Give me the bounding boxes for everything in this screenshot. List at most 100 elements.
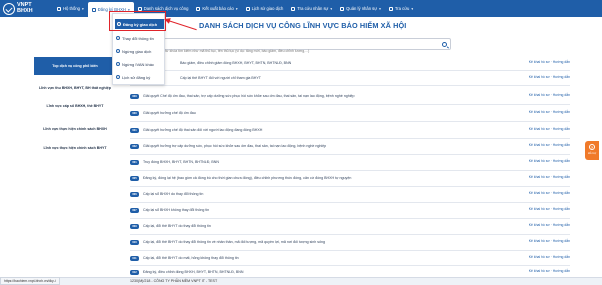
annotation-arrow-line [167, 20, 197, 31]
service-code-badge: 607 [130, 207, 139, 213]
guide-link[interactable]: Hướng dẫn [553, 269, 570, 273]
service-code-badge: 611 [130, 255, 139, 261]
service-name[interactable]: Báo giảm, điều chỉnh giảm đóng BHXH, BHY… [180, 61, 510, 65]
submit-link[interactable]: Kê khai hồ sơ [529, 255, 550, 259]
service-search-box [117, 38, 466, 56]
menu-item-thay-doi-thong-tin[interactable]: Thay đổi thông tin [116, 33, 154, 43]
guide-link[interactable]: Hướng dẫn [553, 93, 570, 97]
guide-link[interactable]: Hướng dẫn [553, 207, 570, 211]
submit-link[interactable]: Kê khai hồ sơ [529, 239, 550, 243]
row-divider [130, 138, 570, 139]
service-name[interactable]: Truy đóng BHXH, BHYT, BHTN, BHTNLĐ, BNN [143, 160, 513, 164]
sidebar-item-thu-bhxh[interactable]: Lĩnh vực thu BHXH, BHYT, BH thất nghiệp [34, 86, 116, 90]
status-bar-url: https://baohiem.vnpt-bhxh.vn/dky-i [0, 277, 60, 285]
nav-item-icon [245, 6, 250, 11]
nav-ket-xuat-bao-cao[interactable]: Kết xuất báo cáo ▾ [192, 0, 241, 17]
submit-link[interactable]: Kê khai hồ sơ [529, 75, 550, 79]
support-label: Hỗ trợ [587, 151, 597, 155]
service-code-badge: 601 [130, 159, 139, 165]
top-navigation-bar: VNPT BHXH Hộ thống ▾ Đăng ký BHXH ▾ Danh… [0, 0, 602, 17]
service-row: 629 Giải quyết Chế độ ốm đau, thai sản, … [130, 90, 570, 102]
guide-link[interactable]: Hướng dẫn [553, 110, 570, 114]
guide-link[interactable]: Hướng dẫn [553, 60, 570, 64]
service-code-badge: 609 [130, 223, 139, 229]
logo-mark-icon [3, 2, 15, 15]
submit-link[interactable]: Kê khai hồ sơ [529, 223, 550, 227]
service-name[interactable]: Cấp lại, đổi thẻ BHYT do thay đổi thông … [143, 240, 513, 244]
menu-item-icon [116, 36, 120, 40]
menu-item-label: Lịch sử đăng ký [122, 74, 151, 80]
submit-link[interactable]: Kê khai hồ sơ [529, 175, 550, 179]
guide-link[interactable]: Hướng dẫn [553, 191, 570, 195]
sidebar-item-top-services[interactable]: Top dịch vụ công phổ biến [34, 57, 116, 75]
service-code-badge: 630 [130, 110, 139, 116]
row-divider [130, 250, 570, 251]
menu-item-label: Thay đổi thông tin [122, 35, 154, 41]
service-name[interactable]: Cấp lại thẻ BHYT đối với người chỉ tham … [180, 76, 510, 80]
service-name[interactable]: Cấp lại, đổi thẻ BHYT do thay đổi thông … [143, 224, 513, 228]
sidebar-item-chinh-sach-bhxh[interactable]: Lĩnh vực thực hiện chính sách BHXH [34, 127, 116, 131]
submit-link[interactable]: Kê khai hồ sơ [529, 207, 550, 211]
guide-link[interactable]: Hướng dẫn [553, 159, 570, 163]
nav-lich-su-giao-dich[interactable]: Lịch sử giao dịch [242, 0, 288, 17]
menu-item-ngung-ivan-khac[interactable]: Ngừng IVAN khác [116, 59, 154, 69]
submit-link[interactable]: Kê khai hồ sơ [529, 159, 550, 163]
nav-he-thong[interactable]: Hộ thống ▾ [53, 0, 88, 17]
service-name[interactable]: Đăng ký, điều chỉnh đóng BHXH, BHYT, BHT… [143, 270, 513, 274]
submit-link[interactable]: Kê khai hồ sơ [529, 60, 550, 64]
sidebar-item-cap-so-bhxh[interactable]: Lĩnh vực cấp sổ BHXH, thẻ BHYT [34, 104, 116, 108]
guide-link[interactable]: Hướng dẫn [553, 255, 570, 259]
footer-copyright: 1230(M)/218 - CÔNG TY PHẦN MỀM VNPT IT -… [130, 279, 218, 283]
page-title: DANH SÁCH DỊCH VỤ CÔNG LĨNH VỰC BẢO HIỂM… [199, 21, 407, 30]
service-name[interactable]: Giải quyết Chế độ ốm đau, thai sản, trợ … [143, 94, 513, 98]
guide-link[interactable]: Hướng dẫn [553, 127, 570, 131]
service-name[interactable]: Cấp lại sổ BHXH do thay đổi thông tin [143, 192, 513, 196]
vnpt-bhxh-logo[interactable]: VNPT BHXH [3, 1, 43, 16]
row-divider [130, 121, 570, 122]
nav-item-icon [340, 6, 345, 11]
submit-link[interactable]: Kê khai hồ sơ [529, 269, 550, 273]
question-icon: ? [589, 144, 595, 150]
service-row: 606 Cấp lại sổ BHXH do thay đổi thông ti… [130, 188, 570, 200]
page-footer [0, 277, 602, 285]
support-button[interactable]: ? Hỗ trợ [585, 141, 599, 160]
menu-item-ngung-giao-dich[interactable]: Ngừng giao dịch [116, 46, 151, 56]
nav-tra-cuu-nhan-su[interactable]: Tra cứu nhân sự ▾ [287, 0, 336, 17]
nav-quan-ly-nhan-su[interactable]: Quản lý nhân sự ▾ [336, 0, 385, 17]
submit-link[interactable]: Kê khai hồ sơ [529, 143, 550, 147]
nav-tra-cuu[interactable]: Tra cứu ▾ [385, 0, 417, 17]
row-divider [130, 85, 570, 86]
guide-link[interactable]: Hướng dẫn [553, 223, 570, 227]
service-name[interactable]: Giải quyết hưởng chế độ ốm đau [143, 111, 513, 115]
search-icon[interactable] [442, 42, 447, 47]
menu-item-lich-su-dang-ky[interactable]: Lịch sử đăng ký [116, 72, 150, 82]
service-name[interactable]: Cấp lại, đổi thẻ BHYT do mất, hỏng không… [143, 256, 513, 260]
row-divider [130, 202, 570, 203]
service-code-badge: 631 [130, 127, 139, 133]
service-row: 632 Giải quyết hưởng trợ cấp dưỡng sức, … [130, 140, 570, 152]
guide-link[interactable]: Hướng dẫn [553, 75, 570, 79]
service-name[interactable]: Đăng ký, đóng lại hệ (bao gồm cả đóng bù… [143, 176, 513, 180]
chevron-down-icon: ▾ [411, 6, 414, 11]
nav-label: Quản lý nhân sự [346, 6, 378, 11]
guide-link[interactable]: Hướng dẫn [553, 239, 570, 243]
search-input[interactable] [156, 46, 466, 56]
submit-link[interactable]: Kê khai hồ sơ [529, 127, 550, 131]
submit-link[interactable]: Kê khai hồ sơ [529, 110, 550, 114]
guide-link[interactable]: Hướng dẫn [553, 175, 570, 179]
service-row: 611 Cấp lại, đổi thẻ BHYT do mất, hỏng k… [130, 252, 570, 264]
submit-link[interactable]: Kê khai hồ sơ [529, 191, 550, 195]
service-code-badge: 610 [130, 239, 139, 245]
sidebar-item-chinh-sach-bhyt[interactable]: Lĩnh vực thực hiện chính sách BHYT [34, 146, 116, 150]
menu-item-icon [116, 62, 120, 66]
submit-link[interactable]: Kê khai hồ sơ [529, 93, 550, 97]
menu-item-label: Ngừng giao dịch [122, 48, 152, 54]
service-name[interactable]: Giải quyết hưởng chế độ thai sản đối với… [143, 128, 513, 132]
service-row: Báo giảm, điều chỉnh giảm đóng BHXH, BHY… [180, 60, 570, 65]
service-code-badge: 605 [130, 175, 139, 181]
service-name[interactable]: Giải quyết hưởng trợ cấp dưỡng sức, phục… [143, 144, 513, 148]
chevron-down-icon: ▾ [330, 6, 333, 11]
service-name[interactable]: Cấp lại sổ BHXH không thay đổi thông tin [143, 208, 513, 212]
guide-link[interactable]: Hướng dẫn [553, 143, 570, 147]
chevron-down-icon: ▾ [379, 6, 381, 11]
